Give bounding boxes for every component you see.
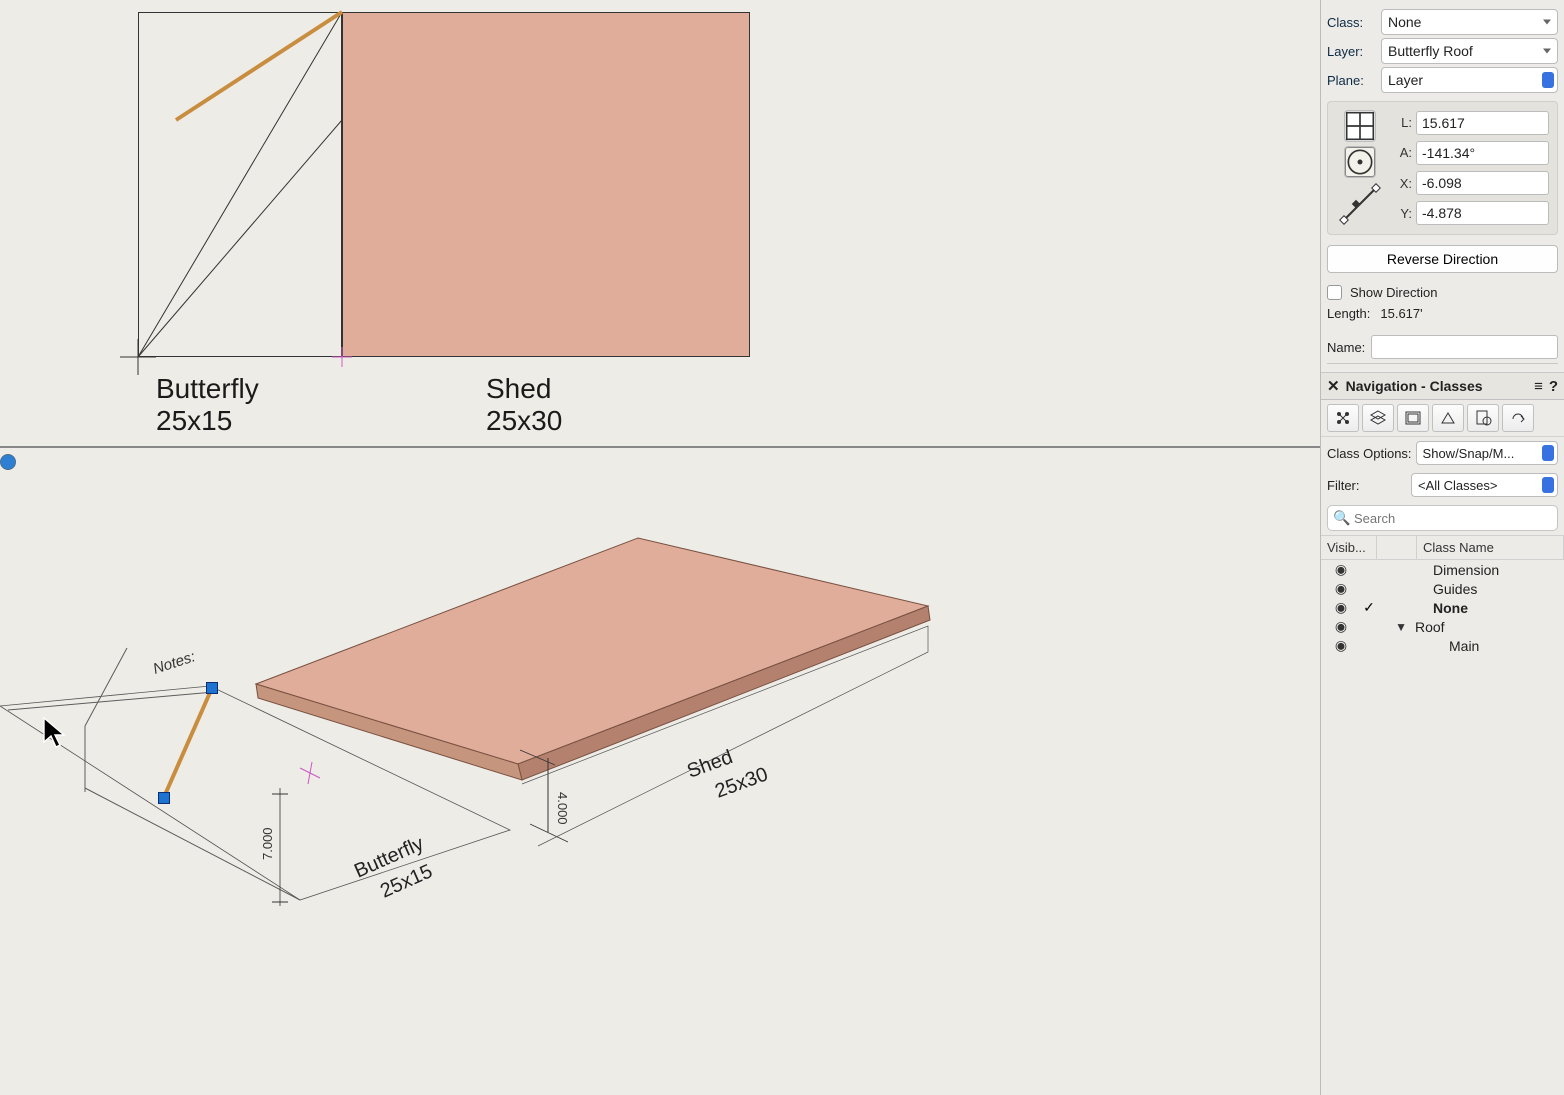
filter-select[interactable]: <All Classes>▲▼ [1411,473,1558,497]
plane-select[interactable]: Layer ▲▼ [1381,67,1558,93]
visibility-eye-icon[interactable]: ◉ [1325,580,1357,597]
L-input[interactable]: 15.617 [1416,111,1549,135]
class-row[interactable]: ◉ Dimension [1321,560,1564,579]
viewport-3d[interactable]: Notes: 4.000 7.000 Shed 25x30 Butterfly … [0,448,1320,1095]
shed-label-line2: 25x30 [486,404,562,438]
dim-7000: 7.000 [260,827,275,860]
X-input[interactable]: -6.098 [1416,171,1549,195]
line-object-icon [1338,182,1382,226]
visibility-eye-icon[interactable]: ◉ [1325,618,1357,635]
plane-label: Plane: [1327,73,1375,88]
class-options-label: Class Options: [1327,446,1412,461]
class-label: Class: [1327,15,1375,30]
layer-select[interactable]: Butterfly Roof [1381,38,1558,64]
canvas-column: Butterfly 25x15 Shed 25x30 [0,0,1320,1095]
coord-box: L: 15.617 A: -141.34° X: -6.098 Y: -4.87… [1327,101,1558,235]
layer-label: Layer: [1327,44,1375,59]
right-panel: Class: None Layer: Butterfly Roof Plane:… [1320,0,1564,1095]
class-select[interactable]: None [1381,9,1558,35]
Y-label: Y: [1392,206,1412,221]
Y-input[interactable]: -4.878 [1416,201,1549,225]
visibility-eye-icon[interactable]: ◉ [1325,637,1357,654]
object-info-panel: Class: None Layer: Butterfly Roof Plane:… [1321,0,1564,373]
toolbar-viewports-icon[interactable] [1432,404,1464,432]
shed-label-line1: Shed [486,372,551,406]
length-label: Length: [1327,306,1370,321]
reverse-direction-button[interactable]: Reverse Direction [1327,245,1558,273]
toolbar-sheet-icon[interactable] [1397,404,1429,432]
disclosure-icon[interactable]: ▼ [1381,620,1411,634]
show-direction-label: Show Direction [1350,285,1437,300]
col-visibility[interactable]: Visib... [1321,536,1377,559]
menu-icon[interactable]: ≡ [1534,378,1543,395]
visibility-eye-icon[interactable]: ◉ [1325,561,1357,578]
notes-label: Notes: [151,648,197,678]
class-name-label: Guides [1411,581,1560,597]
dim-4000: 4.000 [555,792,570,825]
A-label: A: [1392,145,1412,160]
visibility-eye-icon[interactable]: ◉ [1325,599,1357,616]
help-icon[interactable]: ? [1549,378,1558,395]
class-name-label: None [1411,600,1560,616]
class-row[interactable]: ◉ ▼Roof [1321,617,1564,636]
polar-mode-icon[interactable] [1344,146,1376,178]
class-name-label: Roof [1411,619,1560,635]
col-classname[interactable]: Class Name [1417,536,1564,559]
selection-handle-1[interactable] [206,682,218,694]
toolbar-layers-icon[interactable] [1362,404,1394,432]
class-table-header: Visib... Class Name [1321,535,1564,560]
name-label: Name: [1327,340,1365,355]
active-check-icon: ✓ [1357,599,1381,616]
class-row[interactable]: ◉✓ None [1321,598,1564,617]
class-name-label: Dimension [1411,562,1560,578]
class-row[interactable]: ◉ Guides [1321,579,1564,598]
mouse-cursor-icon [42,716,68,758]
viewport-top-plan[interactable]: Butterfly 25x15 Shed 25x30 [0,0,1320,448]
X-label: X: [1392,176,1412,191]
iso-overlay-svg: Notes: 4.000 7.000 Shed 25x30 Butterfly … [0,448,1320,1095]
name-input[interactable] [1371,335,1558,359]
toolbar-references-icon[interactable] [1502,404,1534,432]
filter-label: Filter: [1327,478,1407,493]
toolbar-saved-views-icon[interactable] [1467,404,1499,432]
show-direction-checkbox[interactable] [1327,285,1342,300]
L-label: L: [1392,115,1412,130]
butterfly-label-line2: 25x15 [156,404,232,438]
cartesian-mode-icon[interactable] [1344,110,1376,142]
close-icon[interactable]: ✕ [1327,377,1340,395]
nav-header: ✕ Navigation - Classes ≡ ? [1321,373,1564,400]
toolbar-classes-icon[interactable] [1327,404,1359,432]
class-row[interactable]: ◉ Main [1321,636,1564,655]
search-input[interactable] [1327,505,1558,531]
selection-handle-2[interactable] [158,792,170,804]
butterfly-label-line1: Butterfly [156,372,259,406]
length-value: 15.617' [1380,306,1422,321]
app-root: Butterfly 25x15 Shed 25x30 [0,0,1564,1095]
class-options-select[interactable]: Show/Snap/M...▲▼ [1416,441,1558,465]
class-list[interactable]: ◉Dimension◉Guides◉✓None◉▼Roof◉Main [1321,560,1564,1095]
nav-toolbar [1321,400,1564,437]
nav-title: Navigation - Classes [1346,378,1483,394]
search-icon: 🔍 [1333,510,1350,527]
A-input[interactable]: -141.34° [1416,141,1549,165]
class-name-label: Main [1411,638,1560,654]
